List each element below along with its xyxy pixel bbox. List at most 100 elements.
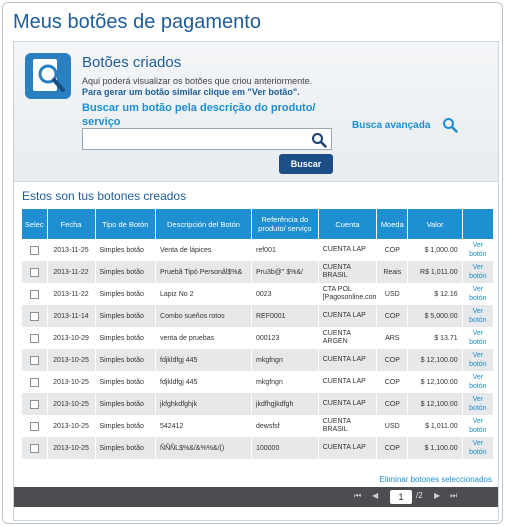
ver-boton-link[interactable]: Ver botón	[462, 437, 495, 459]
row-checkbox[interactable]	[22, 305, 48, 327]
header-moeda: Moeda	[376, 209, 409, 239]
ver-boton-link[interactable]: Ver botón	[462, 261, 495, 283]
table-header-row: Selec Fecha Tipo de Botón Descripción de…	[22, 209, 495, 239]
page-total: /2	[416, 491, 423, 500]
cell-tipo: Simples botão	[95, 349, 157, 371]
cell-moeda: Reais	[376, 261, 409, 283]
row-checkbox[interactable]	[22, 415, 48, 437]
row-checkbox[interactable]	[22, 261, 48, 283]
section-instruction: Para gerar um botão similar clique em "V…	[82, 87, 300, 97]
table-row: 2013-11-14 Simples botão Combo sueños roto…	[22, 305, 495, 327]
header-valor: Valor	[407, 209, 463, 239]
checkbox[interactable]	[29, 267, 39, 277]
list-title: Estos son tus botones creados	[22, 189, 187, 203]
delete-selected-link[interactable]: Eliminar botones seleccionados	[379, 475, 492, 484]
last-page-icon[interactable]: ⏭	[450, 491, 457, 501]
current-page-input[interactable]: 1	[390, 490, 412, 504]
cell-fecha: 2013-10-25	[47, 349, 96, 371]
cell-valor: $ 12.16	[407, 283, 463, 305]
cell-referencia: ref001	[251, 239, 319, 261]
cell-valor: $ 12,100.00	[407, 393, 463, 415]
checkbox[interactable]	[29, 377, 39, 387]
cell-referencia: dewsfsf	[251, 415, 319, 437]
cell-moeda: COP	[376, 349, 409, 371]
ver-boton-link[interactable]: Ver botón	[462, 283, 495, 305]
header-fecha: Fecha	[47, 209, 96, 239]
ver-boton-link[interactable]: Ver botón	[462, 371, 495, 393]
advanced-search-link[interactable]: Busca avançada	[352, 120, 430, 131]
cell-descripcion: fdjkldfgj 445	[155, 349, 252, 371]
header-cuenta: Cuenta	[318, 209, 378, 239]
cell-cuenta: CUENTA LAP	[318, 349, 378, 371]
section-description: Aqui poderá visualizar os botões que cri…	[82, 76, 313, 86]
table-row: 2013-11-22 Simples botão Lapiz No 2 0023 CTA…	[22, 283, 495, 305]
cell-descripcion: Lapiz No 2	[155, 283, 252, 305]
ver-boton-link[interactable]: Ver botón	[462, 327, 495, 349]
checkbox[interactable]	[29, 443, 39, 453]
checkbox[interactable]	[29, 355, 39, 365]
row-checkbox[interactable]	[22, 437, 48, 459]
table-row: 2013-10-25 Simples botão jkfghkdfghjk jkdfh…	[22, 393, 495, 415]
cell-valor: $ 12,100.00	[407, 349, 463, 371]
first-page-icon[interactable]: ⏮	[354, 491, 361, 501]
row-checkbox[interactable]	[22, 239, 48, 261]
cell-descripcion: jkfghkdfghjk	[155, 393, 252, 415]
ver-boton-link[interactable]: Ver botón	[462, 393, 495, 415]
checkbox[interactable]	[29, 399, 39, 409]
cell-tipo: Simples botão	[95, 305, 157, 327]
checkbox[interactable]	[29, 311, 39, 321]
advanced-search-icon[interactable]	[442, 117, 458, 133]
cell-referencia: 000123	[251, 327, 319, 349]
ver-boton-link[interactable]: Ver botón	[462, 305, 495, 327]
cell-fecha: 2013-11-22	[47, 261, 96, 283]
cell-cuenta: CUENTA LAP	[318, 393, 378, 415]
ver-boton-link[interactable]: Ver botón	[462, 415, 495, 437]
cell-moeda: ARS	[376, 327, 409, 349]
row-checkbox[interactable]	[22, 393, 48, 415]
checkbox[interactable]	[29, 289, 39, 299]
checkbox[interactable]	[29, 421, 39, 431]
cell-cuenta: CUENTA BRASIL	[318, 415, 378, 437]
buttons-table: Selec Fecha Tipo de Botón Descripción de…	[22, 209, 495, 459]
table-row: 2013-10-29 Simples botão venta de pruebas 0…	[22, 327, 495, 349]
cell-tipo: Simples botão	[95, 371, 157, 393]
next-page-icon[interactable]: ▶	[434, 491, 440, 500]
cell-fecha: 2013-11-22	[47, 283, 96, 305]
checkbox[interactable]	[29, 245, 39, 255]
search-section: Botões criados Aqui poderá visualizar os…	[14, 42, 498, 182]
row-checkbox[interactable]	[22, 327, 48, 349]
row-checkbox[interactable]	[22, 371, 48, 393]
ver-boton-link[interactable]: Ver botón	[462, 349, 495, 371]
table-row: 2013-11-25 Simples botão Venta de lápices r…	[22, 239, 495, 261]
prev-page-icon[interactable]: ◀	[372, 491, 378, 500]
search-input[interactable]	[83, 129, 305, 149]
table-row: 2013-10-25 Simples botão fdjkldfgj 445 mkgf…	[22, 349, 495, 371]
cell-fecha: 2013-10-29	[47, 327, 96, 349]
search-icon[interactable]	[311, 132, 327, 148]
cell-fecha: 2013-10-25	[47, 393, 96, 415]
cell-valor: $ 1,100.00	[407, 437, 463, 459]
cell-tipo: Simples botão	[95, 327, 157, 349]
cell-moeda: COP	[376, 393, 409, 415]
cell-fecha: 2013-10-25	[47, 415, 96, 437]
cell-tipo: Simples botão	[95, 415, 157, 437]
cell-referencia: Pru3b@" $%&/	[251, 261, 319, 283]
cell-moeda: COP	[376, 305, 409, 327]
search-button[interactable]: Buscar	[279, 154, 333, 174]
table-row: 2013-10-25 Simples botão 542412 dewsfsf CUEN…	[22, 415, 495, 437]
cell-referencia: mkgfngn	[251, 371, 319, 393]
cell-descripcion: fdjkldfgj 445	[155, 371, 252, 393]
checkbox[interactable]	[29, 333, 39, 343]
cell-tipo: Simples botão	[95, 437, 157, 459]
cell-fecha: 2013-11-25	[47, 239, 96, 261]
cell-descripcion: Combo sueños rotos	[155, 305, 252, 327]
row-checkbox[interactable]	[22, 283, 48, 305]
row-checkbox[interactable]	[22, 349, 48, 371]
cell-moeda: USD	[376, 283, 409, 305]
cell-moeda: COP	[376, 371, 409, 393]
cell-cuenta: CUENTA LAP	[318, 305, 378, 327]
search-document-icon	[25, 53, 71, 99]
ver-boton-link[interactable]: Ver botón	[462, 239, 495, 261]
pagination-bar: ⏮ ◀ 1 /2 ▶ ⏭	[14, 487, 498, 507]
cell-fecha: 2013-10-25	[47, 437, 96, 459]
